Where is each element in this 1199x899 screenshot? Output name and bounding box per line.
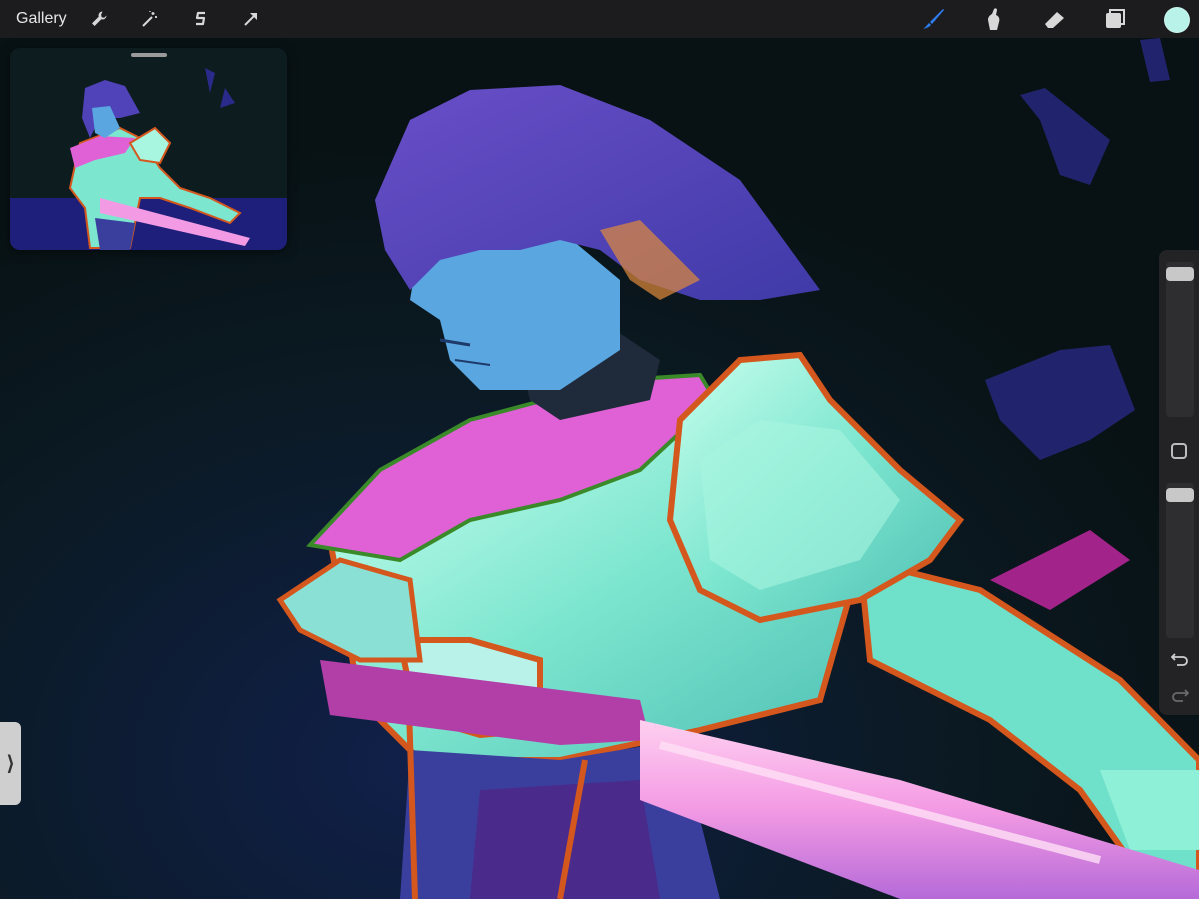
opacity-thumb[interactable] xyxy=(1166,488,1194,502)
opacity-slider[interactable] xyxy=(1166,483,1194,638)
procreate-app: Gallery ⟩ xyxy=(0,0,1199,899)
color-picker-swatch[interactable] xyxy=(1164,7,1190,33)
left-tab-chevron: ⟩ xyxy=(6,753,15,775)
layers-icon[interactable] xyxy=(1100,4,1130,34)
brush-size-slider[interactable] xyxy=(1166,262,1194,417)
undo-icon[interactable] xyxy=(1169,648,1191,670)
gallery-button[interactable]: Gallery xyxy=(16,10,67,28)
reference-drag-handle[interactable] xyxy=(131,53,167,57)
redo-icon[interactable] xyxy=(1169,684,1191,706)
eraser-icon[interactable] xyxy=(1039,4,1069,34)
left-sidebar-toggle[interactable]: ⟩ xyxy=(0,722,21,805)
reference-thumbnail xyxy=(10,48,287,250)
magic-wand-icon[interactable] xyxy=(135,4,165,34)
wrench-icon[interactable] xyxy=(84,4,114,34)
smudge-icon[interactable] xyxy=(978,4,1008,34)
brush-icon[interactable] xyxy=(918,4,948,34)
transform-arrow-icon[interactable] xyxy=(236,4,266,34)
brush-size-thumb[interactable] xyxy=(1166,267,1194,281)
modify-square-icon[interactable] xyxy=(1171,443,1187,459)
top-toolbar: Gallery xyxy=(0,0,1199,38)
right-sidebar xyxy=(1159,250,1199,715)
reference-window[interactable] xyxy=(10,48,287,250)
selection-s-icon[interactable] xyxy=(186,4,216,34)
